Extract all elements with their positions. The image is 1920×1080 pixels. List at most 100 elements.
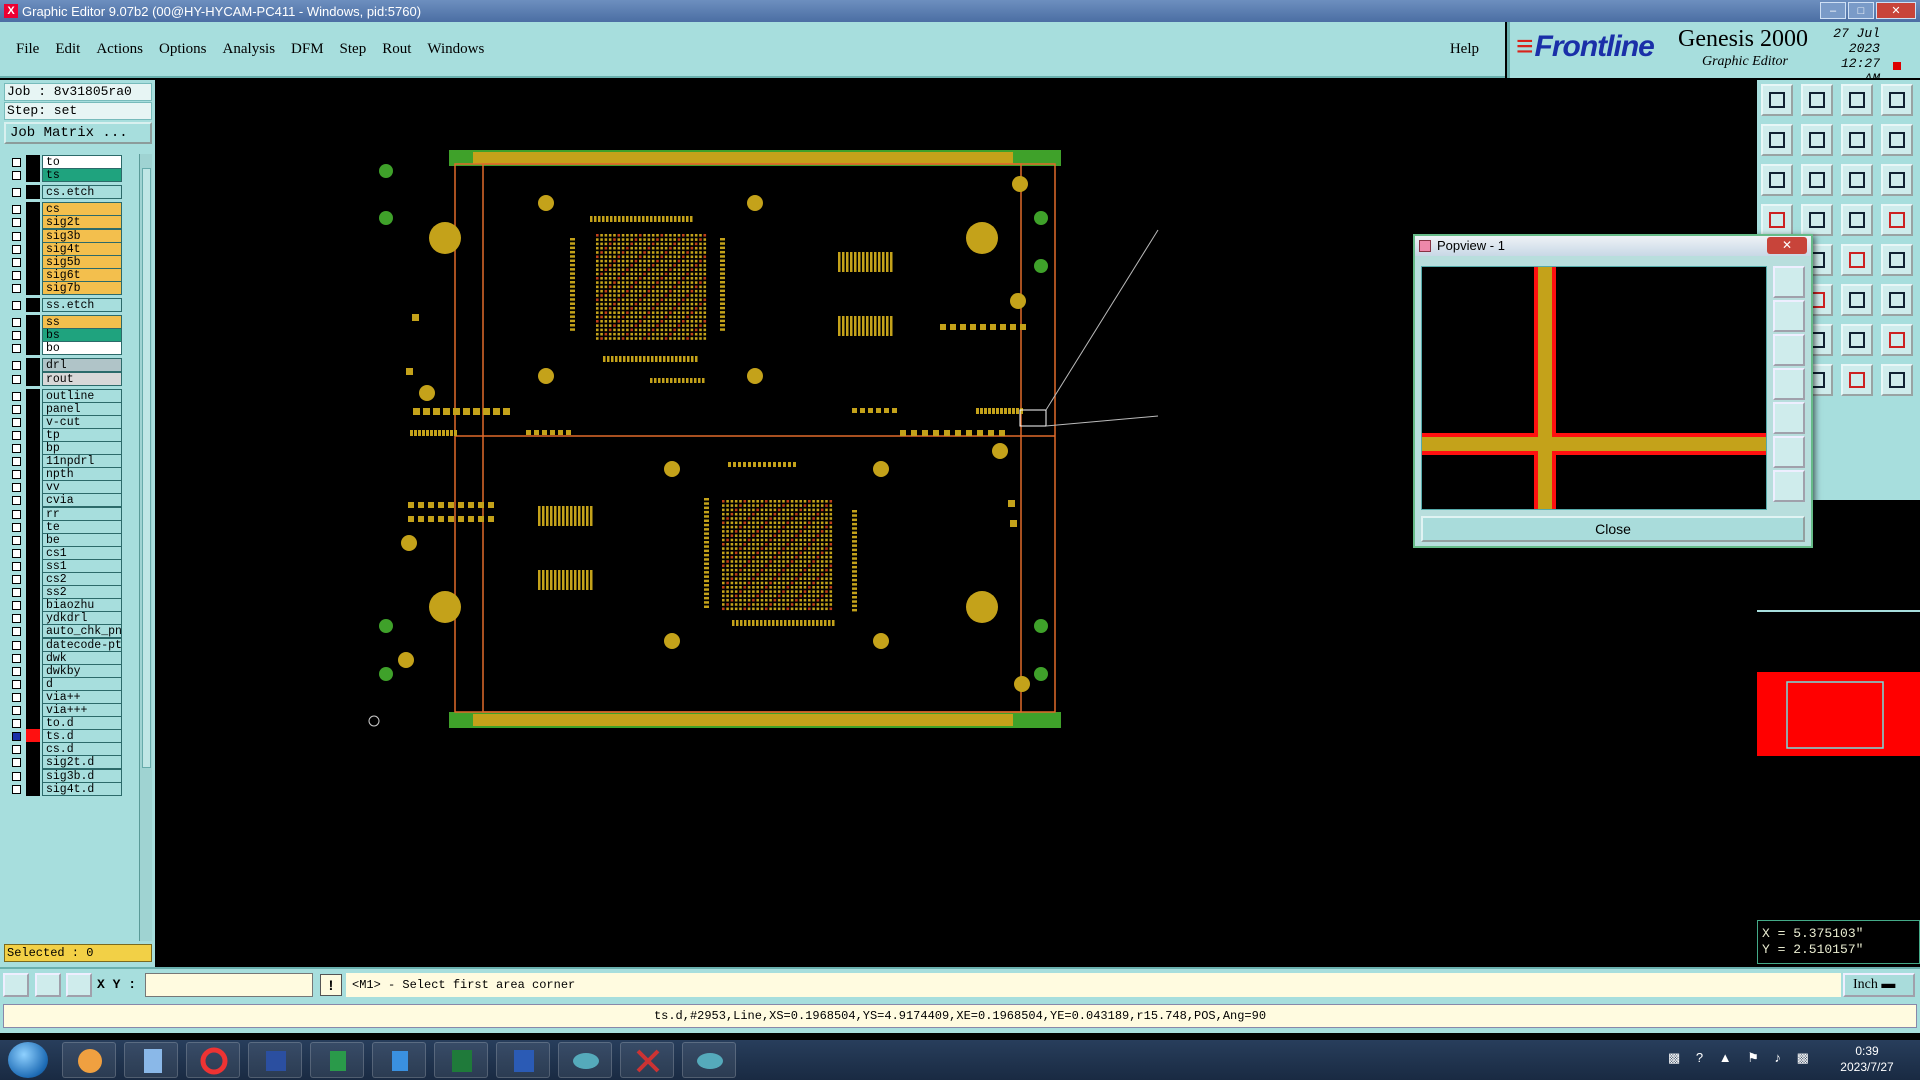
help-icon[interactable] bbox=[1881, 164, 1913, 196]
layer-row-to.d[interactable]: to.d bbox=[4, 716, 124, 731]
layer-checkbox[interactable] bbox=[12, 483, 21, 493]
measure-icon[interactable] bbox=[1761, 204, 1793, 236]
layer-row-cs2[interactable]: cs2 bbox=[4, 572, 124, 586]
layer-checkbox[interactable] bbox=[12, 496, 21, 506]
pan-up-icon[interactable] bbox=[1761, 84, 1793, 116]
xy-input[interactable] bbox=[145, 973, 313, 997]
layer-color-swatch[interactable] bbox=[26, 519, 40, 534]
snap-button[interactable] bbox=[35, 973, 61, 997]
layer-name[interactable]: sig7b bbox=[42, 280, 122, 295]
minimize-button[interactable]: – bbox=[1820, 2, 1846, 19]
layer-color-swatch[interactable] bbox=[26, 506, 40, 521]
layer-name[interactable]: npth bbox=[42, 467, 122, 482]
layer-name[interactable]: datecode-pt bbox=[42, 637, 122, 652]
popview-tool-6[interactable] bbox=[1773, 436, 1805, 468]
layer-name[interactable]: be bbox=[42, 532, 122, 547]
layer-checkbox[interactable] bbox=[12, 270, 21, 280]
array-icon[interactable] bbox=[1881, 284, 1913, 316]
layer-row-tp[interactable]: tp bbox=[4, 427, 124, 442]
layer-checkbox[interactable] bbox=[12, 171, 21, 181]
layer-color-swatch[interactable] bbox=[26, 241, 40, 256]
layer-color-swatch[interactable] bbox=[26, 267, 40, 282]
layer-checkbox[interactable] bbox=[12, 374, 21, 384]
layer-color-swatch[interactable] bbox=[26, 298, 40, 312]
grid-icon[interactable] bbox=[1801, 204, 1833, 236]
layer-color-swatch[interactable] bbox=[26, 427, 40, 442]
menu-rout[interactable]: Rout bbox=[374, 41, 419, 58]
layer-row-auto_chk_pn[interactable]: auto_chk_pn bbox=[4, 624, 124, 639]
start-button[interactable] bbox=[8, 1042, 48, 1078]
layer-name[interactable]: to bbox=[42, 155, 122, 169]
layer-name[interactable]: cvia bbox=[42, 493, 122, 508]
layer-color-swatch[interactable] bbox=[26, 624, 40, 639]
popview-tool-7[interactable] bbox=[1773, 470, 1805, 502]
layer-name[interactable]: cs1 bbox=[42, 545, 122, 560]
layer-row-ydkdrl[interactable]: ydkdrl bbox=[4, 611, 124, 626]
layer-color-swatch[interactable] bbox=[26, 558, 40, 573]
layer-row-sig6t[interactable]: sig6t bbox=[4, 267, 124, 282]
taskbar-app-save[interactable] bbox=[248, 1042, 302, 1078]
layer-name[interactable]: sig2t bbox=[42, 215, 122, 230]
fit-profile-icon[interactable] bbox=[1801, 164, 1833, 196]
menu-edit[interactable]: Edit bbox=[47, 41, 88, 58]
layer-color-swatch[interactable] bbox=[26, 280, 40, 295]
layer-row-sig2t.d[interactable]: sig2t.d bbox=[4, 755, 124, 770]
layer-name[interactable]: to.d bbox=[42, 716, 122, 731]
layer-checkbox[interactable] bbox=[12, 301, 21, 310]
layer-checkbox[interactable] bbox=[12, 331, 21, 341]
layer-color-swatch[interactable] bbox=[26, 185, 40, 200]
layer-color-swatch[interactable] bbox=[26, 358, 40, 373]
layer-row-ss.etch[interactable]: ss.etch bbox=[4, 298, 124, 312]
layer-name[interactable]: sig2t.d bbox=[42, 755, 122, 770]
menu-dfm[interactable]: DFM bbox=[283, 41, 332, 58]
layer-row-dwk[interactable]: dwk bbox=[4, 650, 124, 665]
popview-tool-5[interactable] bbox=[1773, 402, 1805, 434]
layer-row-sig4t.d[interactable]: sig4t.d bbox=[4, 781, 124, 796]
layer-color-swatch[interactable] bbox=[26, 155, 40, 169]
layer-checkbox[interactable] bbox=[12, 653, 21, 663]
layer-color-swatch[interactable] bbox=[26, 328, 40, 343]
layer-name[interactable]: ts.d bbox=[42, 729, 122, 744]
layer-color-swatch[interactable] bbox=[26, 228, 40, 243]
taskbar-app-green[interactable] bbox=[310, 1042, 364, 1078]
job-matrix-button[interactable]: Job Matrix ... bbox=[4, 122, 152, 144]
layer-name[interactable]: ts bbox=[42, 168, 122, 183]
split-icon[interactable] bbox=[1881, 84, 1913, 116]
layer-color-swatch[interactable] bbox=[26, 371, 40, 386]
layer-name[interactable]: rr bbox=[42, 506, 122, 521]
layer-row-biaozhu[interactable]: biaozhu bbox=[4, 598, 124, 613]
layer-color-swatch[interactable] bbox=[26, 729, 40, 744]
menu-step[interactable]: Step bbox=[332, 41, 375, 58]
scale-icon[interactable] bbox=[1841, 164, 1873, 196]
popview-close-x-button[interactable]: ✕ bbox=[1767, 237, 1807, 254]
layer-name[interactable]: auto_chk_pn bbox=[42, 624, 122, 639]
layer-color-swatch[interactable] bbox=[26, 467, 40, 482]
layer-color-swatch[interactable] bbox=[26, 611, 40, 626]
layer-row-11npdrl[interactable]: 11npdrl bbox=[4, 454, 124, 469]
layer-checkbox[interactable] bbox=[12, 561, 21, 571]
layer-row-sig2t[interactable]: sig2t bbox=[4, 215, 124, 230]
layer-checkbox[interactable] bbox=[12, 231, 21, 241]
layer-row-via+++[interactable]: via+++ bbox=[4, 703, 124, 717]
layer-color-swatch[interactable] bbox=[26, 341, 40, 356]
layer-row-rout[interactable]: rout bbox=[4, 371, 124, 386]
popview-zoom-view[interactable] bbox=[1421, 266, 1767, 510]
layer-color-swatch[interactable] bbox=[26, 716, 40, 731]
layer-list-scrollbar[interactable] bbox=[139, 154, 152, 941]
layer-name[interactable]: cs.etch bbox=[42, 185, 122, 200]
layers-icon[interactable] bbox=[1881, 204, 1913, 236]
menu-actions[interactable]: Actions bbox=[88, 41, 151, 58]
layer-row-te[interactable]: te bbox=[4, 519, 124, 534]
layer-checkbox[interactable] bbox=[12, 692, 21, 702]
layer-color-swatch[interactable] bbox=[26, 703, 40, 717]
layer-name[interactable]: bo bbox=[42, 341, 122, 356]
grid-button[interactable] bbox=[66, 973, 92, 997]
layer-checkbox[interactable] bbox=[12, 391, 21, 401]
popview-titlebar[interactable]: Popview - 1 ✕ bbox=[1415, 236, 1811, 256]
layer-row-vv[interactable]: vv bbox=[4, 480, 124, 495]
layer-name[interactable]: dwkby bbox=[42, 663, 122, 678]
layer-checkbox[interactable] bbox=[12, 758, 21, 768]
layer-color-swatch[interactable] bbox=[26, 202, 40, 217]
layer-name[interactable]: rout bbox=[42, 371, 122, 386]
popview-tool-3[interactable] bbox=[1773, 334, 1805, 366]
